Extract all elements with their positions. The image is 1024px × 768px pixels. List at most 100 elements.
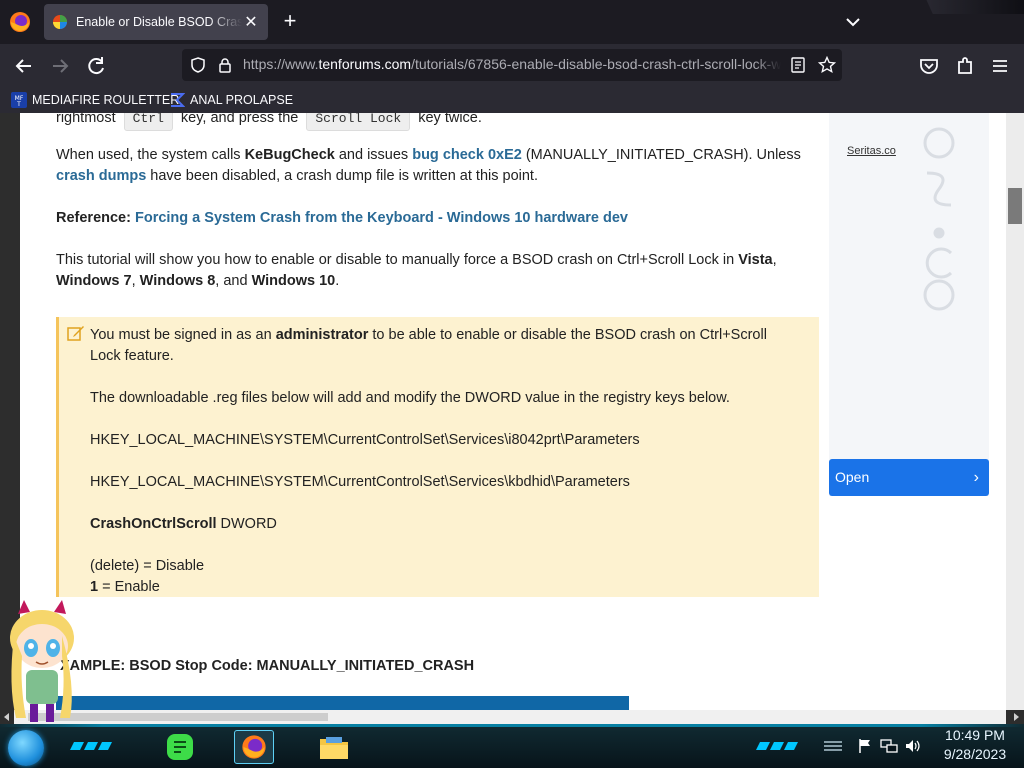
link-reference[interactable]: Forcing a System Crash from the Keyboard…	[135, 210, 628, 226]
value-name: CrashOnCtrlScroll	[90, 516, 217, 532]
flag-icon[interactable]	[856, 738, 874, 754]
link-crash-dumps-2[interactable]: dumps	[99, 168, 147, 184]
network-icon[interactable]	[880, 738, 898, 754]
ad-open-button[interactable]: Open ›	[829, 459, 989, 496]
shield-icon[interactable]	[190, 57, 206, 73]
bookmarks-toolbar: MF T MEDIAFIRE ROULETTER ANAL PROLAPSE	[0, 86, 1024, 113]
option-disable: (delete) = Disable	[90, 558, 205, 574]
option-enable: 1 = Enable	[90, 577, 800, 598]
mediafire-icon: MF T	[11, 92, 27, 108]
bsod-image-top	[56, 696, 629, 710]
address-bar[interactable]: https://www.tenforums.com/tutorials/6785…	[182, 49, 842, 81]
paragraph-kebugcheck: When used, the system calls KeBugCheck a…	[56, 145, 820, 187]
kbd-scroll-lock: Scroll Lock	[306, 113, 411, 131]
taskbar: 10:49 PM 9/28/2023	[0, 724, 1024, 768]
taskbar-app-file-explorer[interactable]	[314, 730, 354, 764]
taskbar-app-firefox[interactable]	[234, 730, 274, 764]
scroll-right-icon[interactable]	[1012, 713, 1020, 721]
bold-text: 1	[90, 579, 99, 595]
article-body: rightmost Ctrl key, and press the Scroll…	[56, 113, 820, 292]
reference-label: Reference:	[56, 210, 131, 226]
new-tab-button[interactable]: +	[278, 8, 302, 36]
svg-text:T: T	[16, 101, 21, 108]
scrollbar-track[interactable]	[14, 710, 1006, 724]
registry-value: CrashOnCtrlScroll DWORD	[90, 514, 800, 535]
tenforums-favicon	[53, 15, 67, 29]
tab-close-icon[interactable]: ✕	[242, 12, 260, 32]
firefox-taskbar-icon	[242, 735, 266, 759]
url-text[interactable]: https://www.tenforums.com/tutorials/6785…	[243, 56, 781, 74]
taskbar-clock[interactable]: 10:49 PM 9/28/2023	[932, 726, 1018, 764]
taskbar-glow	[0, 724, 1024, 727]
kbd-ctrl: Ctrl	[123, 113, 173, 131]
extensions-icon[interactable]	[952, 53, 978, 79]
back-arrow-icon[interactable]	[11, 53, 37, 79]
paragraph-intro: This tutorial will show you how to enabl…	[56, 250, 820, 292]
chevron-right-icon: ›	[973, 469, 979, 486]
ad-sponsor-link[interactable]: Seritas.co	[847, 145, 896, 157]
url-host: tenforums.com	[318, 56, 412, 72]
bold-text: KeBugCheck	[244, 147, 335, 163]
text: and issues	[334, 147, 413, 163]
volume-icon[interactable]	[904, 738, 922, 754]
bookmark-star-icon[interactable]	[818, 56, 836, 74]
text: This tutorial will show you how to enabl…	[56, 252, 739, 268]
value-type: DWORD	[216, 516, 277, 532]
text: .	[335, 273, 340, 289]
navigation-toolbar: https://www.tenforums.com/tutorials/6785…	[0, 44, 1024, 86]
text: (MANUALLY_INITIATED_CRASH). Unless	[521, 147, 801, 163]
bookmark-label: ANAL PROLAPSE	[190, 93, 294, 107]
taskbar-decoration-right	[756, 742, 798, 750]
text: = Enable	[98, 579, 160, 595]
ad-open-label: Open	[835, 469, 870, 485]
clock-time: 10:49 PM	[945, 727, 1005, 743]
url-path: /tutorials/67856-enable-disable-bsod-cra…	[411, 56, 781, 72]
start-button[interactable]	[8, 730, 44, 766]
page-viewport: rightmost Ctrl key, and press the Scroll…	[0, 113, 1024, 710]
bold-text: Windows 8	[139, 273, 216, 289]
note-reg-info: The downloadable .reg files below will a…	[90, 390, 730, 406]
text: rightmost	[56, 113, 116, 126]
hamburger-menu-icon[interactable]	[987, 53, 1013, 79]
link-bug-check[interactable]: bug check 0xE2	[412, 147, 522, 163]
text: , and	[215, 273, 252, 289]
scrollbar-thumb[interactable]	[1008, 188, 1022, 224]
note-admin-line: You must be signed in as an administrato…	[90, 325, 800, 367]
firefox-icon[interactable]	[8, 10, 32, 34]
text: ,	[131, 273, 140, 289]
paragraph-reference: Reference: Forcing a System Crash from t…	[56, 208, 820, 229]
lock-icon[interactable]	[218, 57, 232, 73]
link-crash-dumps[interactable]: crash	[56, 168, 95, 184]
bold-text: Windows 7	[56, 273, 132, 289]
vertical-scrollbar[interactable]	[1006, 113, 1024, 710]
bookmark-label: MEDIAFIRE ROULETTER	[32, 93, 180, 107]
note-box: You must be signed in as an administrato…	[56, 317, 819, 597]
ad-watermark-graphic	[923, 127, 955, 311]
article-line-keys: rightmost Ctrl key, and press the Scroll…	[56, 113, 820, 131]
taskbar-app-notes[interactable]	[160, 730, 200, 764]
bookmark-item-mediafire[interactable]: MF T MEDIAFIRE ROULETTER	[11, 90, 179, 110]
text: When used, the system calls	[56, 147, 245, 163]
desktop: Enable or Disable BSOD Crash on Ctrl+Scr…	[0, 0, 1024, 768]
bold-text: administrator	[275, 327, 369, 343]
pocket-icon[interactable]	[916, 53, 942, 79]
text: key, and press the	[180, 113, 299, 126]
forward-arrow-icon[interactable]	[47, 53, 73, 79]
note-body: You must be signed in as an administrato…	[90, 325, 800, 598]
page-content: rightmost Ctrl key, and press the Scroll…	[20, 113, 1006, 710]
bold-text: Vista	[738, 252, 773, 268]
bold-text: Windows 10	[251, 273, 336, 289]
horizontal-scrollbar[interactable]	[0, 710, 1024, 724]
ad-panel[interactable]: Seritas.co Open ›	[829, 113, 989, 496]
bookmark-item-second[interactable]: ANAL PROLAPSE	[169, 90, 293, 110]
clock-date: 9/28/2023	[943, 746, 1007, 762]
tray-overflow-icon[interactable]	[822, 738, 844, 754]
tab-active[interactable]: Enable or Disable BSOD Crash on Ctrl+Scr…	[44, 4, 268, 40]
reader-view-icon[interactable]	[790, 57, 806, 73]
url-prefix: https://www.	[243, 56, 319, 72]
registry-key-kbdhid: HKEY_LOCAL_MACHINE\SYSTEM\CurrentControl…	[90, 474, 630, 490]
desktop-mascot-character	[10, 600, 74, 722]
reload-icon[interactable]	[83, 53, 109, 79]
text: key twice.	[418, 113, 482, 126]
chevron-down-icon[interactable]	[842, 12, 864, 32]
